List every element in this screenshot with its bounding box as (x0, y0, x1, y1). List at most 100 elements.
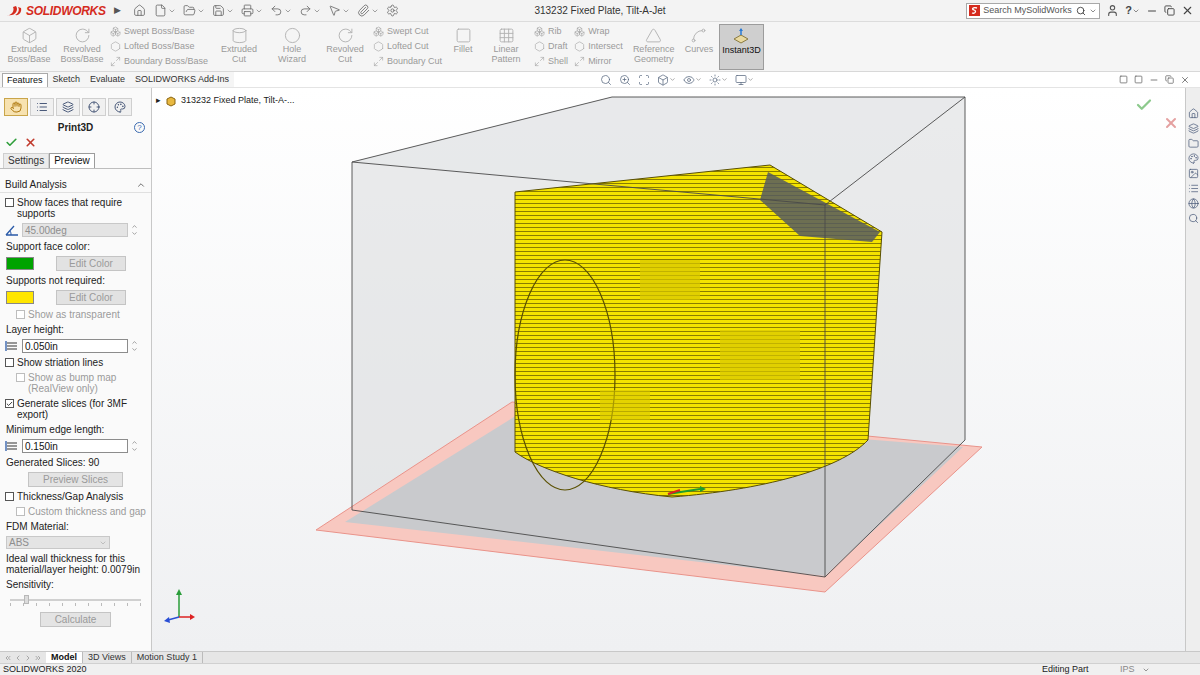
quick-access-icon[interactable] (386, 4, 399, 17)
spin-up-icon[interactable] (131, 339, 138, 346)
quick-access-icon[interactable] (299, 4, 312, 17)
ribbon-small-button[interactable]: Wrap (574, 24, 626, 39)
quick-access-icon[interactable] (212, 4, 225, 17)
quick-access-icon[interactable] (328, 4, 341, 17)
graphics-area[interactable]: ▸313232 Fixed Plate, Tilt-A-... (152, 88, 1185, 651)
task-pane-icon[interactable] (1188, 168, 1199, 179)
first-tab-icon[interactable] (4, 654, 12, 662)
ribbon-button[interactable]: Fillet (448, 24, 478, 70)
ribbon-small-button[interactable]: Swept Boss/Base (110, 24, 211, 39)
quick-access-icon[interactable] (357, 4, 370, 17)
next-tab-icon[interactable] (24, 654, 32, 662)
spin-up-icon[interactable] (131, 439, 138, 446)
ribbon-small-button[interactable]: Boundary Cut (373, 54, 445, 69)
view-tool-icon[interactable] (657, 74, 669, 86)
last-tab-icon[interactable] (34, 654, 42, 662)
checkbox-row[interactable]: Show as transparent (0, 309, 151, 320)
collapse-icon[interactable] (136, 180, 146, 190)
ribbon-small-button[interactable]: Swept Cut (373, 24, 445, 39)
panel-help-button[interactable]: ? (134, 122, 145, 133)
status-units[interactable]: IPS (1120, 664, 1142, 675)
dropdown-icon[interactable] (747, 76, 754, 83)
checkbox-row[interactable]: Thickness/Gap Analysis (0, 491, 151, 502)
view-tool-icon[interactable] (600, 74, 612, 86)
ribbon-button[interactable]: Instant3D (719, 24, 764, 70)
close-icon[interactable] (1181, 4, 1194, 17)
spin-down-icon[interactable] (131, 346, 138, 353)
view-tool-icon[interactable] (683, 74, 695, 86)
slider-thumb[interactable] (24, 595, 29, 604)
dropdown-icon[interactable] (1132, 7, 1140, 15)
checkbox-row[interactable]: Show faces that require supports (0, 197, 151, 219)
ribbon-small-button[interactable]: Lofted Cut (373, 39, 445, 54)
help-button[interactable]: ? (1125, 2, 1132, 19)
ribbon-button[interactable]: Extruded Cut (214, 24, 264, 70)
checkbox-row[interactable]: Show striation lines (0, 357, 151, 368)
panel-tab[interactable] (30, 98, 54, 116)
number-field[interactable]: 0.050in (22, 339, 128, 353)
command-tab[interactable]: Evaluate (85, 72, 130, 87)
ribbon-button[interactable]: Extruded Boss/Base (4, 24, 54, 70)
ribbon-button[interactable]: Revolved Boss/Base (57, 24, 107, 70)
spin-down-icon[interactable] (131, 230, 138, 237)
edit-color-button[interactable]: Edit Color (56, 290, 126, 305)
ribbon-small-button[interactable]: Boundary Boss/Base (110, 54, 211, 69)
view-tool-icon[interactable] (619, 74, 631, 86)
dropdown-icon[interactable] (313, 7, 321, 15)
minimize-icon[interactable] (1149, 75, 1159, 85)
user-icon[interactable] (1106, 4, 1119, 17)
task-pane-icon[interactable] (1188, 153, 1199, 164)
dropdown-icon[interactable] (255, 7, 263, 15)
panel-tab[interactable] (82, 98, 106, 116)
color-swatch[interactable] (6, 257, 34, 270)
quick-access-icon[interactable] (270, 4, 283, 17)
dropdown-icon[interactable] (342, 7, 350, 15)
checkbox-row[interactable]: Generate slices (for 3MF export) (0, 398, 151, 420)
ok-icon[interactable] (5, 136, 18, 149)
task-pane-icon[interactable] (1188, 108, 1199, 119)
panel-button[interactable]: Preview Slices (28, 472, 123, 487)
panel-tab[interactable] (108, 98, 132, 116)
build-volume-view[interactable] (152, 88, 1185, 651)
ribbon-button[interactable]: Reference Geometry (629, 24, 679, 70)
ribbon-small-button[interactable]: Shell (534, 54, 571, 69)
command-tab[interactable]: Sketch (48, 72, 86, 87)
panel-tab[interactable] (56, 98, 80, 116)
dropdown-icon[interactable] (669, 76, 676, 83)
task-pane-icon[interactable] (1188, 183, 1199, 194)
panel-tab[interactable] (4, 98, 28, 116)
checkbox-row[interactable]: Show as bump map (RealView only) (0, 372, 151, 394)
restore-icon[interactable] (1165, 75, 1174, 84)
ribbon-small-button[interactable]: Draft (534, 39, 571, 54)
close-icon[interactable] (1180, 75, 1190, 85)
dropdown-icon[interactable] (1089, 7, 1097, 15)
checkbox[interactable] (16, 373, 25, 382)
checkbox[interactable] (16, 310, 25, 319)
dropdown-icon[interactable] (721, 76, 728, 83)
quick-access-icon[interactable] (241, 4, 254, 17)
task-pane-icon[interactable] (1188, 213, 1199, 224)
ribbon-small-button[interactable]: Rib (534, 24, 571, 39)
ribbon-button[interactable]: Hole Wizard (267, 24, 317, 70)
minimize-icon[interactable] (1146, 5, 1158, 17)
sliced-part[interactable] (515, 165, 882, 497)
confirm-icon[interactable] (1135, 96, 1153, 114)
view-tool-icon[interactable] (709, 74, 721, 86)
ribbon-small-button[interactable]: Mirror (574, 54, 626, 69)
dropdown-icon[interactable] (284, 7, 292, 15)
view-tool-icon[interactable] (735, 74, 747, 86)
sensitivity-slider[interactable] (10, 594, 141, 608)
cancel-icon[interactable] (24, 136, 37, 149)
section-header[interactable]: Build Analysis (0, 179, 151, 193)
dropdown-icon[interactable] (168, 7, 176, 15)
number-field[interactable]: 45.00deg (22, 223, 128, 237)
command-tab[interactable]: SOLIDWORKS Add-Ins (130, 72, 234, 87)
ribbon-button[interactable]: Linear Pattern (481, 24, 531, 70)
units-dropdown-icon[interactable] (1142, 666, 1150, 674)
color-swatch[interactable] (6, 291, 34, 304)
task-pane-icon[interactable] (1188, 138, 1199, 149)
view-tool-icon[interactable] (638, 74, 650, 86)
panel-subtab[interactable]: Preview (49, 153, 95, 168)
quick-access-icon[interactable] (154, 4, 167, 17)
search-box[interactable]: Search MySolidWorks (966, 3, 1100, 19)
